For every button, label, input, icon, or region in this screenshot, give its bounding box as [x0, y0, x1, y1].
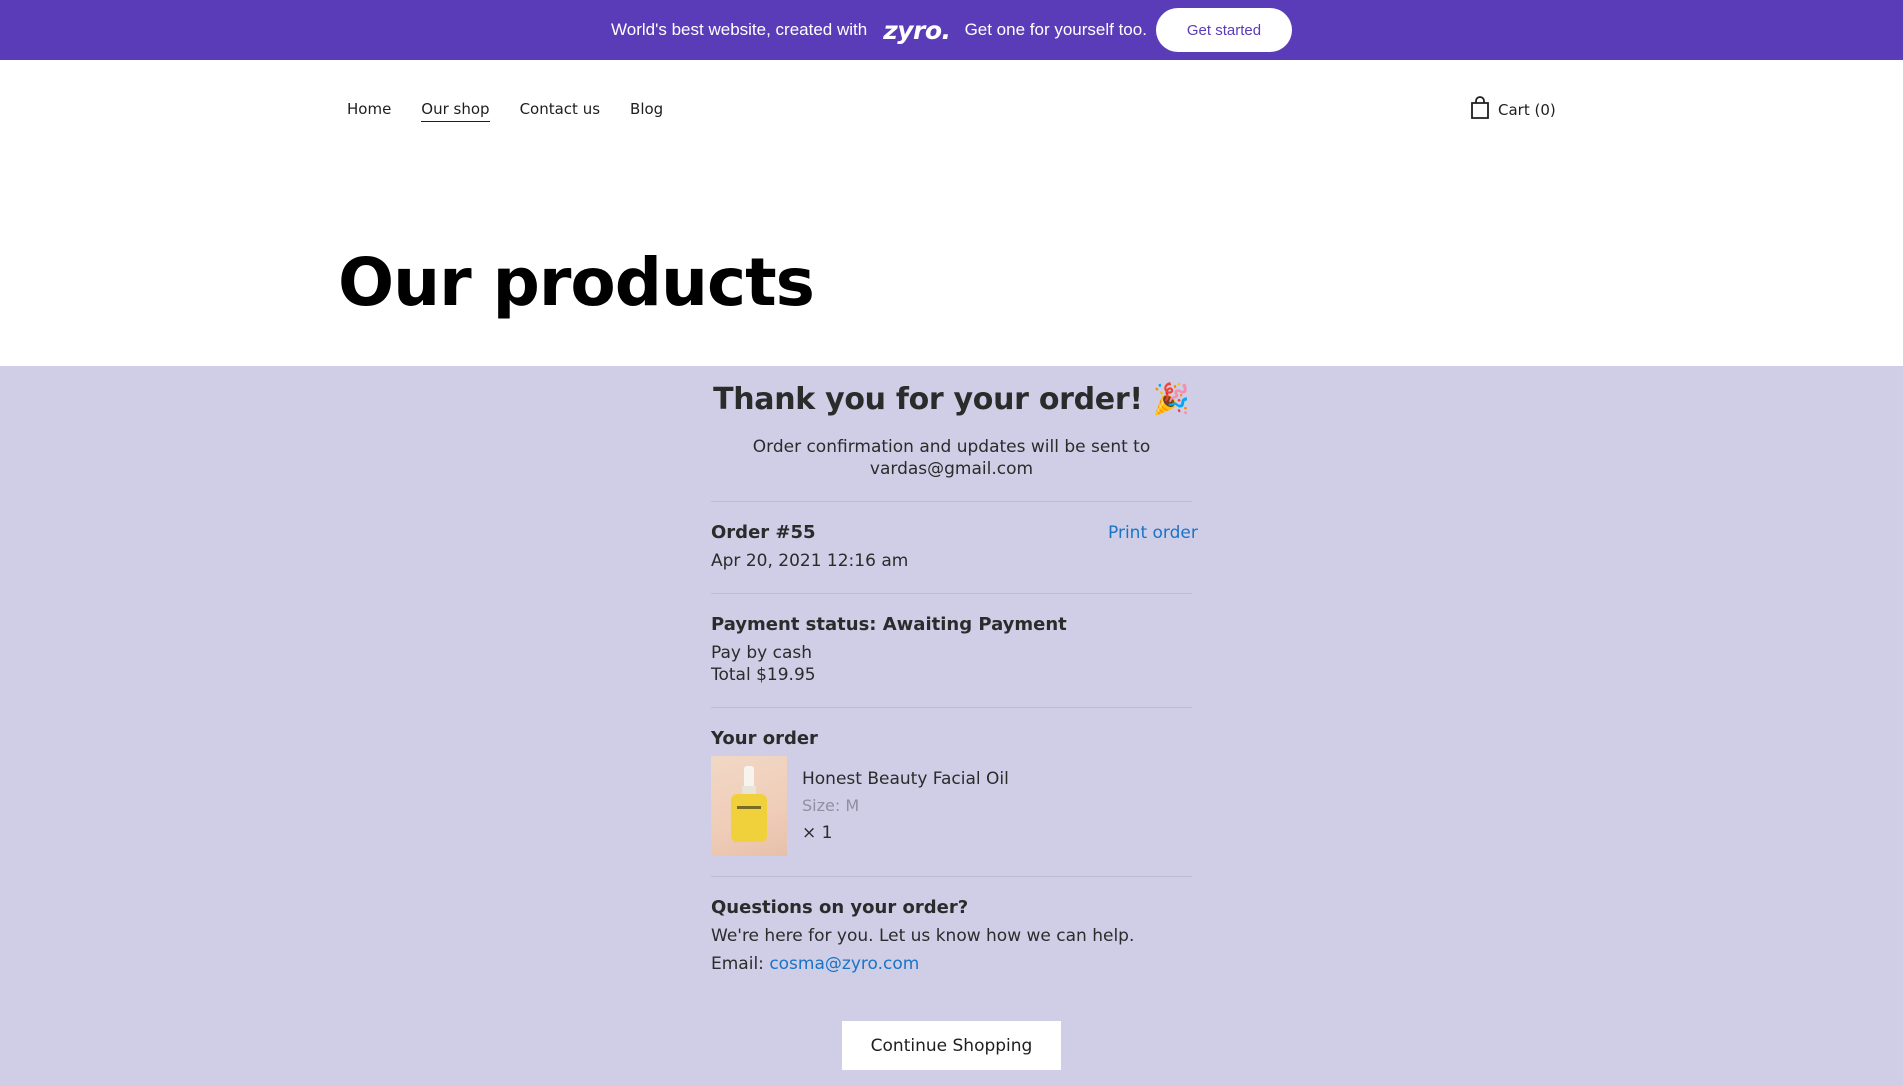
cart-label: Cart (0) — [1498, 101, 1556, 119]
page-title: Our products — [338, 244, 815, 321]
bottle-neck — [742, 786, 756, 794]
contact-email-row: Email: cosma@zyro.com — [711, 953, 919, 975]
help-text: We're here for you. Let us know how we c… — [711, 926, 1135, 946]
thank-you-heading: Thank you for your order! 🎉 — [711, 382, 1192, 417]
bottle-body — [731, 794, 767, 842]
nav-blog[interactable]: Blog — [630, 100, 663, 122]
site-header: Home Our shop Contact us Blog Cart (0) — [0, 60, 1903, 160]
print-order-link[interactable]: Print order — [1108, 523, 1198, 543]
questions-heading: Questions on your order? — [711, 897, 969, 918]
payment-status: Payment status: Awaiting Payment — [711, 614, 1067, 635]
nav-our-shop[interactable]: Our shop — [421, 100, 490, 122]
get-started-button[interactable]: Get started — [1155, 8, 1292, 52]
product-quantity: × 1 — [802, 823, 833, 843]
product-name: Honest Beauty Facial Oil — [802, 769, 1009, 789]
order-total: Total $19.95 — [711, 665, 816, 685]
shopping-bag-icon — [1470, 96, 1490, 124]
promo-content: World's best website, created with zyro.… — [611, 8, 1292, 52]
email-label: Email: — [711, 954, 764, 974]
nav-contact-us[interactable]: Contact us — [520, 100, 600, 122]
order-number: Order #55 — [711, 522, 816, 543]
cart-link[interactable]: Cart (0) — [1470, 96, 1556, 124]
continue-shopping-button[interactable]: Continue Shopping — [842, 1021, 1061, 1070]
order-date: Apr 20, 2021 12:16 am — [711, 551, 909, 571]
promo-banner: World's best website, created with zyro.… — [0, 0, 1903, 60]
payment-method: Pay by cash — [711, 643, 813, 663]
bottle-dropper — [744, 766, 754, 788]
thank-you-text: Thank you for your order! — [713, 382, 1143, 417]
confirmation-message: Order confirmation and updates will be s… — [752, 437, 1151, 479]
contact-email-link[interactable]: cosma@zyro.com — [769, 954, 919, 974]
order-confirmation: Thank you for your order! 🎉 Order confir… — [0, 366, 1903, 1086]
divider — [711, 501, 1192, 502]
main-nav: Home Our shop Contact us Blog — [347, 100, 663, 122]
party-popper-icon: 🎉 — [1152, 382, 1190, 417]
nav-home[interactable]: Home — [347, 100, 391, 122]
divider — [711, 593, 1192, 594]
product-size: Size: M — [802, 796, 860, 815]
promo-text-after: Get one for yourself too. — [964, 20, 1147, 39]
zyro-logo[interactable]: zyro. — [883, 16, 951, 45]
divider — [711, 876, 1192, 877]
bottle-label — [737, 806, 761, 809]
promo-text-before: World's best website, created with — [611, 20, 868, 39]
your-order-label: Your order — [711, 728, 818, 749]
divider — [711, 707, 1192, 708]
product-image — [711, 756, 787, 856]
